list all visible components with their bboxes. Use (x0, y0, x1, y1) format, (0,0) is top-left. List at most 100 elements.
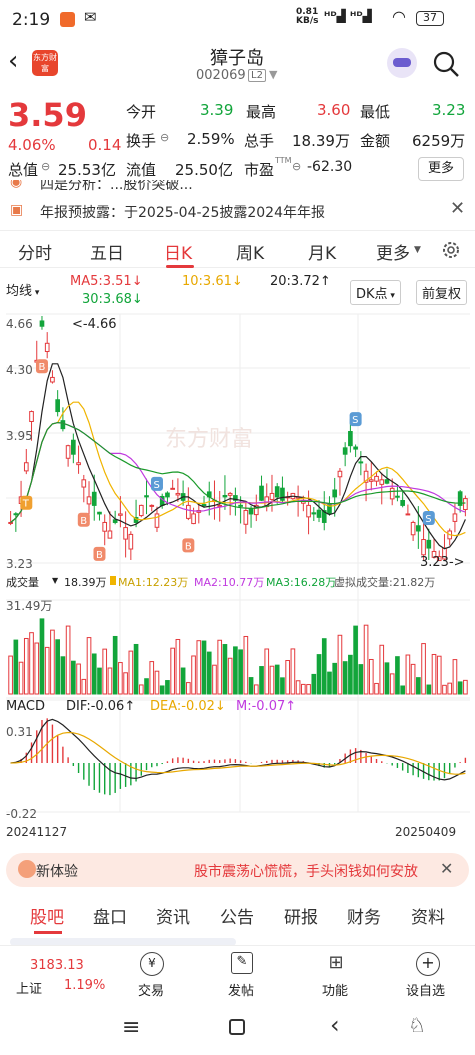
candle-body (29, 411, 34, 422)
info-icon[interactable]: ⊖ (292, 160, 301, 173)
ma-select[interactable]: 均线 ▾ (6, 280, 40, 299)
tab-five-day[interactable]: 五日 (90, 239, 124, 264)
trade-icon[interactable]: ¥ (140, 952, 164, 976)
tab-weekly-k[interactable]: 周K (236, 239, 264, 264)
menu-icon[interactable]: ≡ (122, 1015, 140, 1040)
notice-scroll-2[interactable]: ▣ 年报预披露：于2025-04-25披露2024年年报 ✕ (0, 198, 475, 226)
search-icon[interactable] (432, 50, 460, 78)
tab-daily-k[interactable]: 日K (164, 239, 192, 264)
candle-body (112, 519, 118, 523)
volume-bar (133, 643, 139, 695)
settings-gear-icon[interactable] (440, 239, 462, 261)
tab-announcements[interactable]: 公告 (220, 903, 254, 928)
add-watchlist-icon[interactable]: + (416, 952, 440, 976)
candle-body (91, 491, 97, 506)
tab-more[interactable]: 更多 (376, 239, 410, 264)
watchlist-label[interactable]: 设自选 (406, 980, 445, 999)
back-arrow-icon[interactable]: ‹ (8, 46, 18, 76)
chevron-down-icon[interactable]: ▼ (269, 68, 277, 81)
close-icon[interactable]: ✕ (440, 859, 453, 878)
candle-body (165, 492, 170, 498)
volume-bar (348, 654, 353, 695)
active-tab-indicator (166, 265, 194, 268)
banner-right-text: 股市震荡心慌慌，手头闲钱如何安放 (194, 864, 418, 880)
candle-body (86, 496, 92, 505)
candle-body (353, 446, 358, 450)
chevron-down-icon[interactable]: ▼ (52, 576, 58, 585)
volume-bar (264, 648, 270, 695)
adjust-button[interactable]: 前复权 (416, 280, 468, 305)
more-button[interactable]: 更多 (418, 157, 464, 181)
volume-bar (222, 644, 228, 695)
close-icon[interactable]: ✕ (450, 198, 465, 219)
volume-bar (368, 658, 374, 695)
tab-intraday[interactable]: 分时 (18, 239, 52, 264)
volume-label[interactable]: 成交量 (6, 574, 39, 590)
end-date: 20250409 (395, 825, 456, 839)
candle-body (368, 479, 374, 482)
volume-bar (337, 634, 343, 695)
candle-body (170, 487, 175, 490)
candle-body (400, 499, 405, 506)
tab-order-book[interactable]: 盘口 (93, 903, 127, 928)
volume-bar (327, 671, 332, 695)
candle-body (50, 376, 55, 383)
turnover-value: 2.59% (187, 130, 235, 148)
volume-bar (107, 667, 113, 695)
trade-label[interactable]: 交易 (138, 980, 164, 999)
volume-bar (201, 640, 207, 695)
info-icon[interactable]: ⊖ (160, 131, 169, 144)
y-tick-3: 3.95 (6, 429, 33, 443)
tab-financials[interactable]: 财务 (347, 903, 381, 928)
volume-bar (39, 618, 45, 695)
dk-point-button[interactable]: DK点 ▾ (350, 280, 401, 305)
tab-research[interactable]: 研报 (284, 903, 318, 928)
index-change[interactable]: 1.19% (64, 978, 105, 993)
volume-bar (112, 635, 118, 695)
info-icon[interactable]: ⊖ (41, 160, 50, 173)
chevron-down-icon[interactable]: ▼ (414, 245, 421, 255)
kline-grid (6, 313, 470, 813)
volume-bar (180, 667, 186, 695)
macd-label[interactable]: MACD (6, 699, 45, 714)
index-value[interactable]: 3183.13 (30, 958, 84, 973)
change-value: 0.14 (88, 136, 122, 154)
tab-forum[interactable]: 股吧 (30, 903, 64, 928)
volume-bar (91, 653, 97, 695)
index-name[interactable]: 上证 (16, 978, 42, 997)
promo-banner[interactable]: 新体验 股市震荡心慌慌，手头闲钱如何安放 ✕ (6, 853, 469, 887)
volume-bar (217, 639, 223, 695)
volume-bar (374, 682, 379, 695)
macd-top-label: 0.31 (6, 725, 33, 739)
volume-bars (8, 618, 468, 695)
signal-letter: B (38, 362, 45, 373)
function-label[interactable]: 功能 (322, 980, 348, 999)
candle-body (81, 479, 87, 488)
assistant-icon[interactable]: ♘ (408, 1013, 426, 1037)
volume-bar (358, 664, 364, 695)
info-tabs: 股吧 盘口 资讯 公告 研报 财务 资料 (0, 895, 475, 935)
robot-assistant-icon[interactable] (387, 48, 417, 78)
volume-bar (18, 661, 24, 695)
tab-news[interactable]: 资讯 (156, 903, 190, 928)
volume-bar (186, 682, 191, 695)
tab-profile[interactable]: 资料 (411, 903, 445, 928)
volume-bar (233, 646, 238, 695)
grid-function-icon[interactable]: ⊞ (324, 952, 348, 976)
volume-bar (259, 666, 264, 695)
home-icon[interactable] (229, 1019, 245, 1035)
back-icon[interactable]: ‹ (330, 1011, 340, 1039)
volume-bar (44, 646, 50, 695)
message-icon: ✉ (84, 8, 97, 26)
edit-post-icon[interactable]: ✎ (231, 952, 253, 974)
volume-bar (295, 680, 301, 695)
post-label[interactable]: 发帖 (228, 980, 254, 999)
amount-label: 金额 (360, 132, 391, 150)
candle-body (71, 439, 76, 455)
tab-monthly-k[interactable]: 月K (308, 239, 336, 264)
candle-body (39, 320, 45, 327)
volume-bar (50, 629, 55, 695)
app-logo[interactable]: 东方财富 (32, 50, 58, 76)
volume-bar (389, 673, 395, 695)
notice-scroll-1[interactable]: ◉ 四是分析：...股价突破... (0, 180, 475, 192)
